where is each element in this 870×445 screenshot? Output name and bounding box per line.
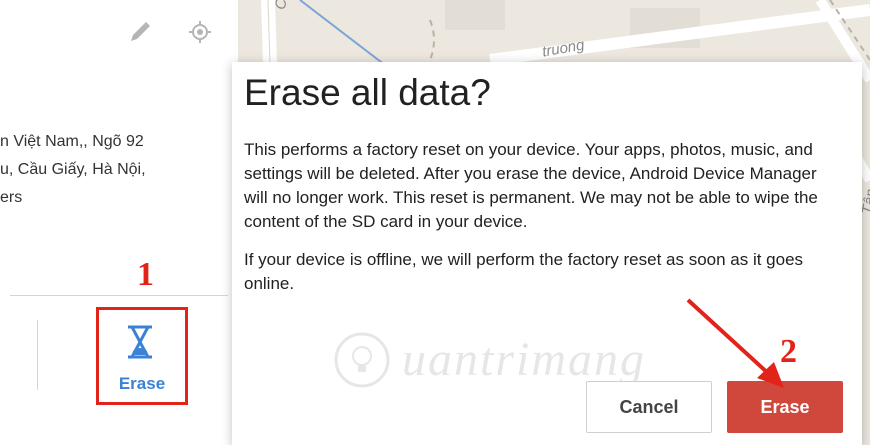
panel-divider — [10, 295, 228, 296]
device-address: n Việt Nam,, Ngõ 92 u, Cầu Giấy, Hà Nội,… — [0, 128, 238, 212]
locate-icon[interactable] — [188, 20, 212, 44]
address-line: n Việt Nam,, Ngõ 92 — [0, 133, 144, 150]
hourglass-icon — [128, 325, 152, 359]
step-1-annotation: 1 — [137, 256, 154, 293]
dialog-body: This performs a factory reset on your de… — [244, 138, 844, 310]
pencil-icon[interactable] — [128, 20, 152, 44]
action-divider — [37, 320, 38, 390]
dialog-title: Erase all data? — [244, 72, 491, 113]
dialog-paragraph: If your device is offline, we will perfo… — [244, 250, 804, 293]
watermark-text: uantrimang — [402, 333, 647, 386]
erase-action-button[interactable]: Erase — [96, 307, 188, 405]
address-line: u, Cầu Giấy, Hà Nội, — [0, 161, 146, 178]
watermark-bulb-icon — [334, 332, 390, 388]
address-line: ers — [0, 189, 23, 206]
erase-button[interactable]: Erase — [727, 381, 843, 433]
cancel-button[interactable]: Cancel — [586, 381, 712, 433]
dialog-paragraph: This performs a factory reset on your de… — [244, 140, 818, 231]
erase-dialog: Erase all data? This performs a factory … — [232, 62, 862, 445]
step-2-annotation: 2 — [780, 333, 797, 370]
device-panel: n Việt Nam,, Ngõ 92 u, Cầu Giấy, Hà Nội,… — [0, 0, 238, 445]
erase-action-label: Erase — [118, 374, 166, 393]
